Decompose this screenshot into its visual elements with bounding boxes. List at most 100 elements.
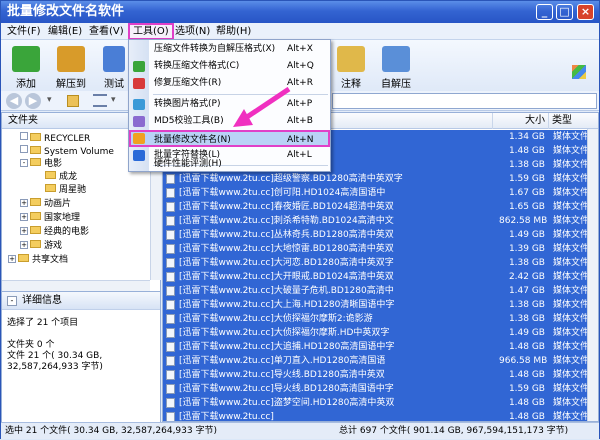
table-row[interactable]: [迅雷下载www.2tu.cc]大追捕.HD1280高清国语中字 1.48 GB 媒… [163, 340, 587, 354]
file-name: [迅雷下载www.2tu.cc]大开眼戒.BD1024高清中英双 [179, 272, 394, 282]
column-size[interactable]: 大小 [493, 113, 549, 129]
tree-node[interactable]: - 电影 [20, 158, 62, 170]
table-row[interactable]: [迅雷下载www.2tu.cc]大侦探福尔摩斯.HD中英双字 1.49 GB 媒体文… [163, 326, 587, 340]
table-row[interactable]: [迅雷下载www.2tu.cc]创可阳.HD1024高清国语中 1.67 GB 媒体… [163, 186, 587, 200]
expander-icon[interactable]: + [20, 227, 28, 235]
file-type: 媒体文件 (.mkv) [553, 272, 587, 282]
file-name: [迅雷下载www.2tu.cc]大侦探福尔摩斯2:诡影游 [179, 314, 373, 324]
close-button[interactable]: × [577, 4, 594, 20]
view-dropdown-icon[interactable]: ▾ [111, 95, 116, 105]
menu-item-convert-format[interactable]: 转换压缩文件格式(C) Alt+Q [129, 58, 330, 75]
column-type[interactable]: 类型 [549, 113, 598, 129]
list-scrollbar[interactable] [587, 129, 598, 421]
comment-button[interactable]: 注释 [331, 42, 371, 90]
media-file-icon [166, 202, 175, 212]
expander-icon[interactable] [20, 145, 28, 153]
menu-item-hardware-benchmark[interactable]: 硬件性能评测(H) [129, 156, 329, 173]
file-type: 媒体文件 (.rmvb) [553, 384, 587, 394]
nav-dropdown-icon[interactable]: ▾ [47, 95, 52, 105]
menu-help[interactable]: 帮助(H) [213, 23, 254, 40]
media-file-icon [166, 174, 175, 184]
file-name: [迅雷下载www.2tu.cc]丛林奇兵.BD1280高清中英双 [179, 230, 394, 240]
table-row[interactable]: [迅雷下载www.2tu.cc]大河恋.BD1280高清中英双字 1.38 GB 媒… [163, 256, 587, 270]
table-row[interactable]: [迅雷下载www.2tu.cc] 1.48 GB 媒体文件 (.rmvb) [163, 410, 587, 421]
minimize-button[interactable]: _ [536, 4, 553, 20]
add-button[interactable]: 添加 [6, 42, 46, 90]
file-name: [迅雷下载www.2tu.cc]超级警察.BD1280高清中英双字 [179, 174, 403, 184]
file-type: 媒体文件 (.rmvb) [553, 370, 587, 380]
folder-up-icon[interactable] [67, 95, 79, 107]
sfx-button[interactable]: 自解压 [376, 42, 416, 90]
table-row[interactable]: [迅雷下载www.2tu.cc]大地惊雷.BD1280高清中英双 1.39 GB 媒… [163, 242, 587, 256]
file-name: [迅雷下载www.2tu.cc]创可阳.HD1024高清国语中 [179, 188, 386, 198]
table-row[interactable]: [迅雷下载www.2tu.cc]超级警察.BD1280高清中英双字 1.59 GB… [163, 172, 587, 186]
details-header[interactable]: - 详细信息 [2, 292, 160, 310]
file-size: 1.47 GB [508, 286, 545, 296]
menu-view[interactable]: 查看(V) [86, 23, 127, 40]
tree-node[interactable]: RECYCLER [20, 132, 90, 144]
menu-tools[interactable]: 工具(O) [128, 23, 174, 40]
expander-icon[interactable]: + [20, 199, 28, 207]
file-type: 媒体文件 (.rmvb) [553, 244, 587, 254]
menu-item-md5[interactable]: MD5校验工具(B) Alt+B [129, 113, 330, 130]
tree-node[interactable]: 周星驰 [45, 184, 86, 196]
collapse-icon[interactable]: - [7, 296, 17, 306]
menu-item-sfx-convert[interactable]: 压缩文件转换为自解压格式(X) Alt+X [129, 41, 330, 58]
expander-icon[interactable]: + [8, 255, 16, 263]
table-row[interactable]: [迅雷下载www.2tu.cc]大上海.HD1280清晰国语中字 1.38 GB 媒… [163, 298, 587, 312]
table-row[interactable]: [迅雷下载www.2tu.cc]丛林奇兵.BD1280高清中英双 1.49 GB 媒… [163, 228, 587, 242]
tree-node[interactable]: + 游戏 [20, 240, 62, 252]
expander-icon[interactable] [20, 132, 28, 140]
menu-options[interactable]: 选项(N) [172, 23, 213, 40]
tree-node-label: 电影 [44, 159, 63, 169]
file-type: 媒体文件 (.rmvb) [553, 342, 587, 352]
table-row[interactable]: [迅雷下载www.2tu.cc]盗梦空间.HD1280高清中英双 1.48 GB 媒… [163, 396, 587, 410]
expander-icon[interactable]: + [20, 213, 28, 221]
tree-node[interactable]: + 共享文档 [8, 254, 68, 266]
table-row[interactable]: [迅雷下载www.2tu.cc]大破量子危机.BD1280高清中 1.47 GB 媒… [163, 284, 587, 298]
test-button[interactable]: 测试 [99, 42, 129, 90]
image-convert-icon [133, 99, 145, 110]
view-mode-icon[interactable] [93, 94, 107, 107]
file-size: 1.48 GB [508, 398, 545, 408]
extract-to-button[interactable]: 解压到 [51, 42, 91, 90]
menu-item-label: 硬件性能评测(H) [154, 159, 222, 169]
menu-item-label: 修复压缩文件(R) [154, 78, 222, 88]
tree-node[interactable]: + 动画片 [20, 198, 71, 210]
menu-item-repair[interactable]: 修复压缩文件(R) Alt+R [129, 75, 330, 92]
expander-icon[interactable]: + [20, 241, 28, 249]
table-row[interactable]: [迅雷下载www.2tu.cc]导火线.BD1280高清国语中字 1.59 GB 媒… [163, 382, 587, 396]
media-file-icon [166, 300, 175, 310]
menu-edit[interactable]: 编辑(E) [45, 23, 85, 40]
table-row[interactable]: [迅雷下载www.2tu.cc]大侦探福尔摩斯2:诡影游 1.38 GB 媒体文件 … [163, 312, 587, 326]
file-size: 1.59 GB [508, 384, 545, 394]
menu-item-image-convert[interactable]: 转换图片格式(P) Alt+P [129, 96, 330, 113]
menu-item-batch-rename[interactable]: 批量修改文件名(N) Alt+N [129, 130, 330, 147]
menu-item-label: 转换图片格式(P) [154, 99, 221, 109]
media-file-icon [166, 230, 175, 240]
table-row[interactable]: [迅雷下载www.2tu.cc]春夜婚匠.BD1024超清中英双 1.65 GB 媒… [163, 200, 587, 214]
file-size: 1.49 GB [508, 230, 545, 240]
convert-archive-icon [133, 61, 145, 72]
tree-node[interactable]: System Volume [20, 145, 114, 157]
table-row[interactable]: [迅雷下载www.2tu.cc]大开眼戒.BD1024高清中英双 2.42 GB 媒… [163, 270, 587, 284]
tree-node[interactable]: + 经典的电影 [20, 226, 89, 238]
file-size: 966.58 MB [499, 356, 548, 366]
table-row[interactable]: [迅雷下载www.2tu.cc]导火线.BD1280高清中英双 1.48 GB 媒体… [163, 368, 587, 382]
menu-file[interactable]: 文件(F) [4, 23, 44, 40]
file-size: 1.48 GB [508, 146, 545, 156]
tree-node-label: RECYCLER [44, 134, 91, 144]
menu-item-label: 转换压缩文件格式(C) [154, 61, 240, 71]
table-row[interactable]: [迅雷下载www.2tu.cc]单刀直入.HD1280高清国语 966.58 MB… [163, 354, 587, 368]
address-field[interactable] [332, 93, 597, 109]
forward-arrow-icon[interactable]: ▶ [25, 93, 41, 109]
expander-icon[interactable]: - [20, 159, 28, 167]
maximize-button[interactable]: □ [556, 4, 573, 20]
media-file-icon [166, 356, 175, 366]
back-arrow-icon[interactable]: ◀ [6, 93, 22, 109]
details-selected-count: 选择了 21 个项目 [7, 318, 79, 328]
table-row[interactable]: [迅雷下载www.2tu.cc]刺杀希特勒.BD1024高清中文 862.58 M… [163, 214, 587, 228]
tree-node[interactable]: + 国家地理 [20, 212, 80, 224]
tree-horizontal-scrollbar[interactable] [2, 280, 150, 291]
tree-node[interactable]: 成龙 [45, 171, 77, 183]
